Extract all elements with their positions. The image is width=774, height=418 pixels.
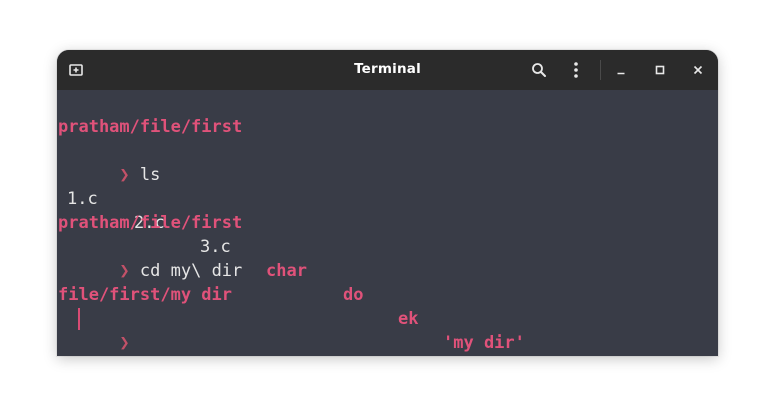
titlebar-separator bbox=[600, 60, 601, 80]
search-icon bbox=[532, 63, 546, 77]
prompt-symbol: ❯ bbox=[119, 333, 130, 353]
command-line: ❯ cd my\ dir bbox=[58, 235, 242, 281]
directory-entry: paach bbox=[563, 355, 614, 356]
file-entry: 1.c bbox=[67, 189, 98, 209]
prompt-path: pratham/file/first bbox=[58, 213, 243, 233]
maximize-icon bbox=[655, 65, 665, 75]
text-cursor bbox=[78, 308, 80, 330]
command-line: ❯ ls bbox=[58, 139, 160, 185]
prompt-path: file/first/my dir bbox=[58, 285, 232, 305]
directory-entry: do bbox=[343, 285, 364, 305]
kebab-menu-icon bbox=[574, 62, 578, 78]
prompt-path: pratham/file/first bbox=[58, 117, 243, 137]
close-button[interactable] bbox=[687, 60, 709, 80]
search-button[interactable] bbox=[528, 60, 550, 80]
ls-output: 1.c 2.c 3.c char do ek 'my dir' paach te… bbox=[57, 163, 718, 353]
title-bar: Terminal bbox=[57, 50, 718, 90]
directory-entry: ek bbox=[398, 309, 419, 329]
terminal-output[interactable]: pratham/file/first ❯ ls 1.c 2.c 3.c char… bbox=[57, 90, 718, 356]
minimize-icon bbox=[617, 72, 625, 75]
maximize-button[interactable] bbox=[649, 60, 671, 80]
prompt-symbol: ❯ bbox=[119, 261, 130, 281]
directory-entry: char bbox=[266, 261, 307, 281]
command-text: cd my\ dir bbox=[139, 261, 243, 281]
directory-entry: 'my dir' bbox=[443, 333, 525, 353]
command-line: ❯ bbox=[58, 307, 129, 353]
menu-button[interactable] bbox=[565, 60, 587, 80]
minimize-button[interactable] bbox=[610, 60, 632, 80]
terminal-window: Terminal pratham/file/first ❯ ls 1.c 2.c… bbox=[57, 50, 718, 356]
close-icon bbox=[693, 65, 703, 75]
